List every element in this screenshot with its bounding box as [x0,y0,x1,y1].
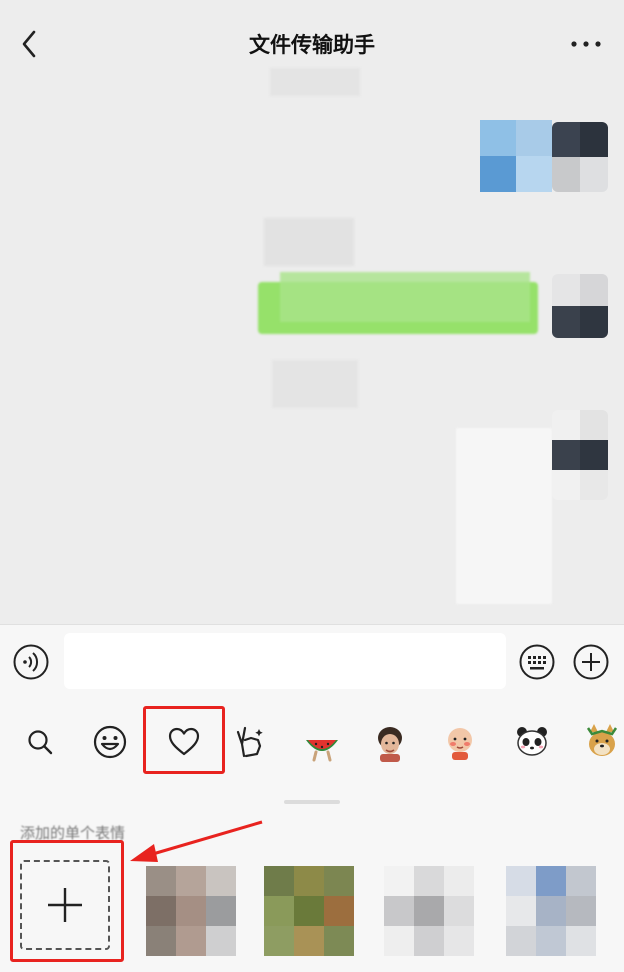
timestamp [270,68,360,96]
face-sticker-icon [448,728,472,760]
image-message[interactable] [456,428,552,604]
avatar[interactable] [552,410,608,500]
timestamp [264,218,354,266]
panda-sticker-icon [517,727,547,756]
avatar[interactable] [552,122,608,192]
saved-sticker[interactable] [506,866,596,956]
message-input[interactable] [64,633,506,689]
saved-sticker[interactable] [264,866,354,956]
tab-sticker-pack-2[interactable] [362,714,418,770]
keyboard-icon[interactable] [518,643,556,681]
search-icon [28,730,53,755]
avatar[interactable] [552,274,608,338]
plus-circle-icon[interactable] [572,643,610,681]
child-sticker-icon [378,727,402,762]
plus-icon [48,888,82,922]
page-title: 文件传输助手 [249,33,375,57]
tab-gesture[interactable] [222,714,278,770]
red-arrow-icon [130,820,263,862]
text-message-content [280,272,530,322]
voice-icon[interactable] [12,643,50,681]
saved-sticker[interactable] [384,866,474,956]
image-message[interactable] [480,120,552,192]
message-list [0,60,624,624]
add-sticker-button[interactable] [20,860,110,950]
tab-sticker-pack-4[interactable] [504,714,560,770]
tab-emoji[interactable] [82,714,138,770]
drag-handle[interactable] [284,800,340,804]
favorites-highlight-box [143,706,225,774]
peace-hand-icon [236,726,263,758]
tab-sticker-pack-1[interactable] [294,714,350,770]
watermelon-sticker-icon [306,740,338,762]
saved-sticker[interactable] [146,866,236,956]
tab-search[interactable] [12,714,68,770]
doge-sticker-icon [586,724,618,756]
tab-sticker-pack-5[interactable] [574,714,624,770]
smiley-icon [93,725,127,759]
ellipsis-icon[interactable] [566,36,606,52]
tab-sticker-pack-3[interactable] [432,714,488,770]
timestamp [272,360,358,408]
